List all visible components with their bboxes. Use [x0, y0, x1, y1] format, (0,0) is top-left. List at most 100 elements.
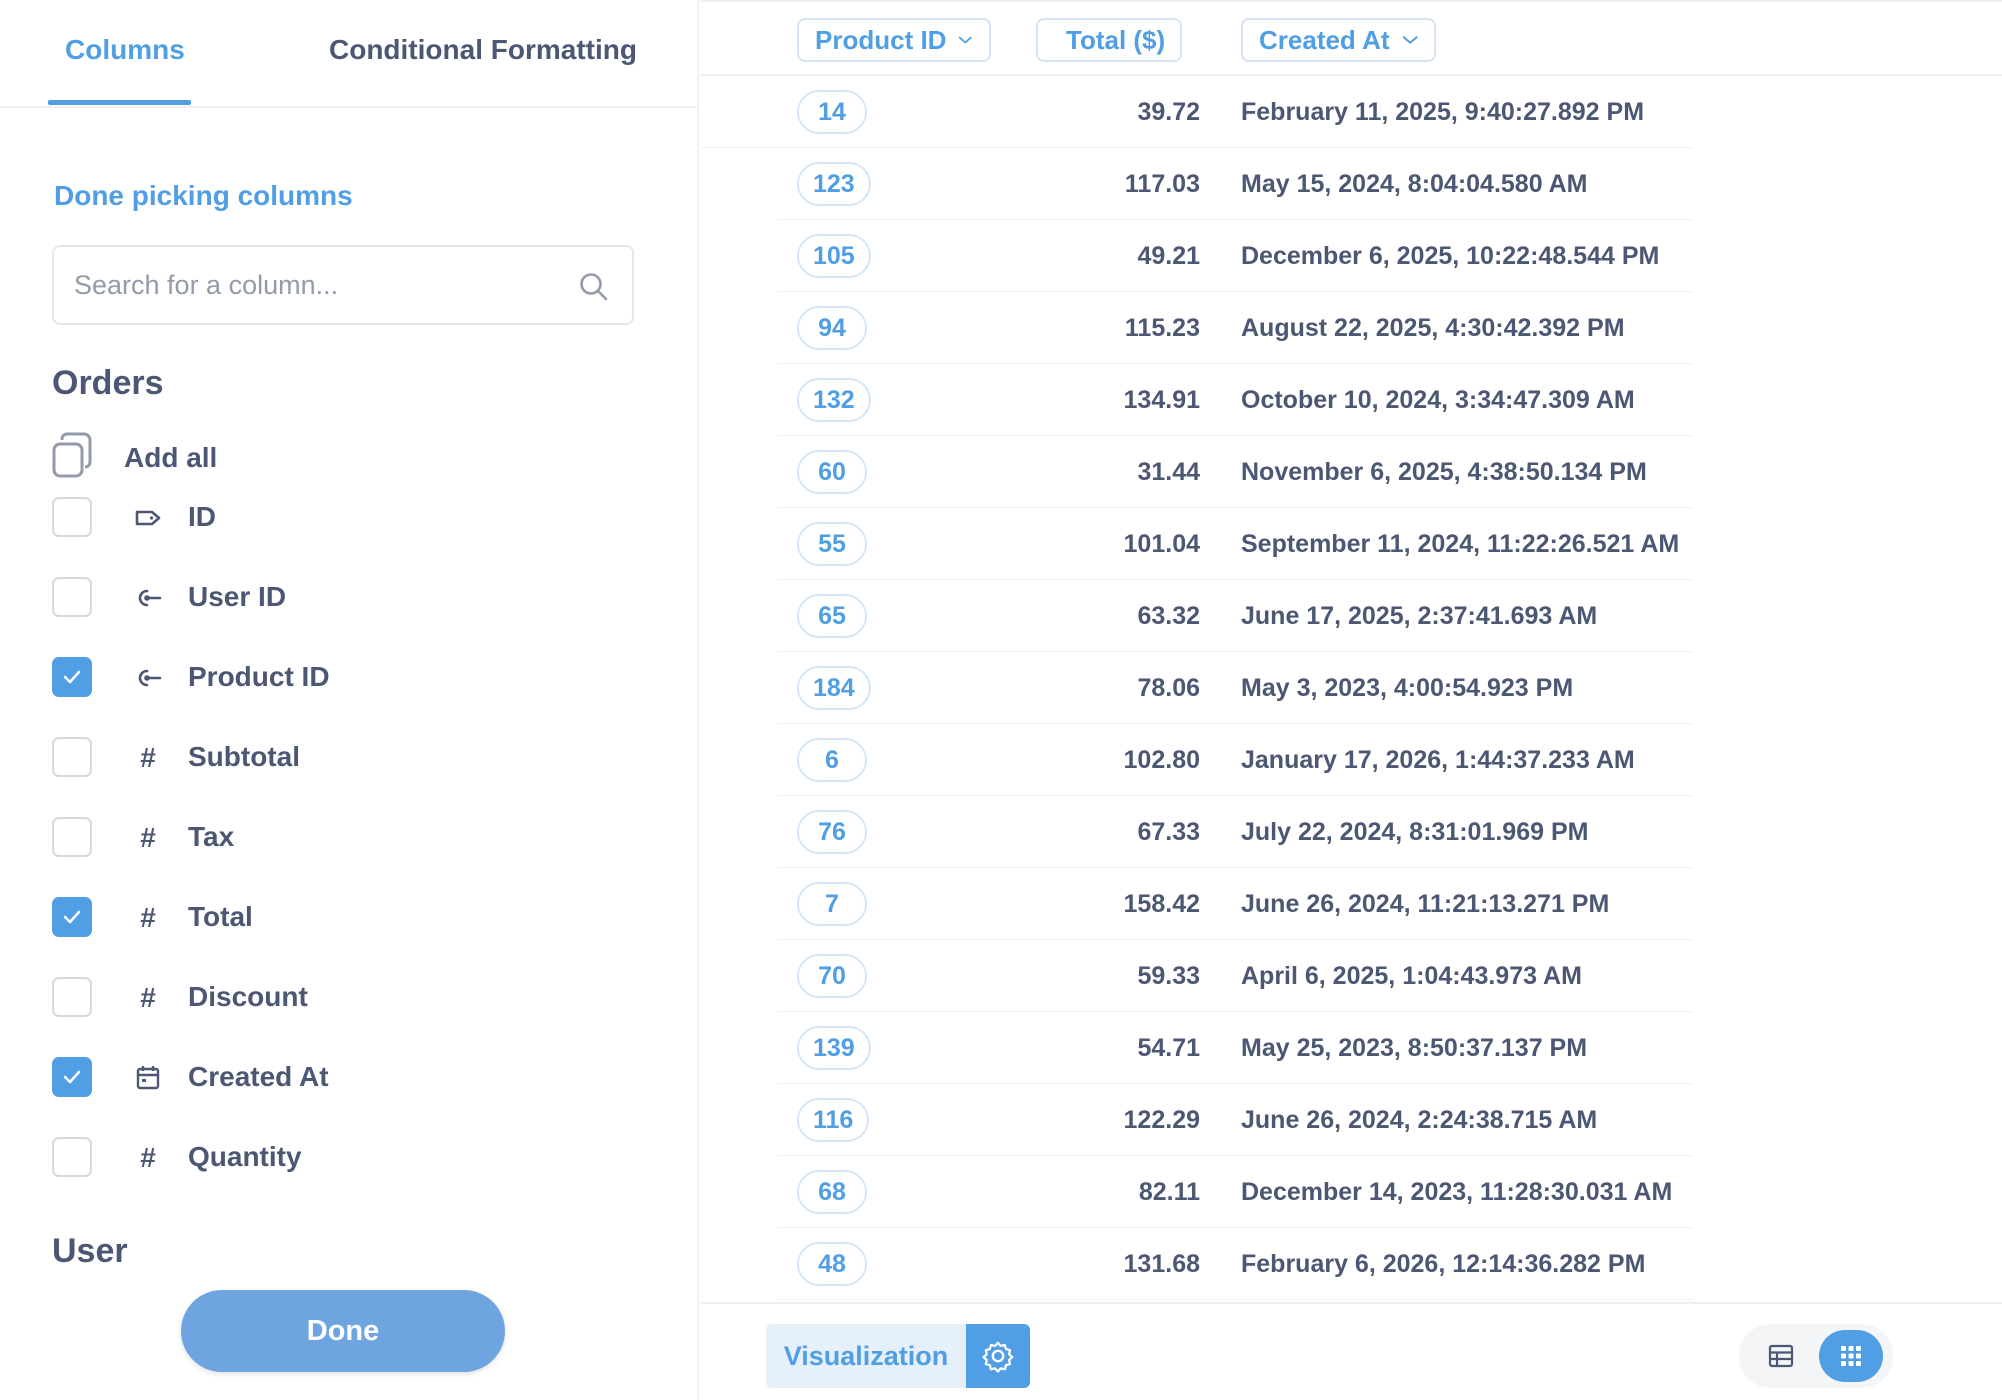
calendar-icon	[132, 1063, 164, 1093]
column-header-label: Created At	[1259, 24, 1390, 55]
product-id-cell[interactable]: 105	[797, 234, 871, 278]
number-icon: #	[140, 742, 156, 773]
column-option-discount[interactable]: # Discount	[52, 975, 612, 1019]
created-at-cell: June 26, 2024, 11:21:13.271 PM	[1241, 890, 1610, 918]
product-id-cell[interactable]: 68	[797, 1170, 867, 1214]
column-option-label: ID	[188, 501, 216, 532]
checkbox[interactable]	[52, 817, 92, 857]
table-row: 139 54.71 May 25, 2023, 8:50:37.137 PM	[777, 1012, 1693, 1084]
column-search-box[interactable]	[52, 245, 634, 325]
checkmark-icon	[63, 1070, 81, 1084]
visualization-settings-button[interactable]	[966, 1324, 1030, 1388]
grid-icon	[1841, 1346, 1861, 1366]
total-cell: 82.11	[1138, 1178, 1200, 1206]
created-at-cell: July 22, 2024, 8:31:01.969 PM	[1241, 818, 1589, 846]
product-id-cell[interactable]: 123	[797, 162, 871, 206]
created-at-cell: January 17, 2026, 1:44:37.233 AM	[1241, 746, 1635, 774]
product-id-cell[interactable]: 132	[797, 378, 871, 422]
total-cell: 63.32	[1137, 602, 1200, 630]
product-id-cell[interactable]: 7	[797, 882, 867, 926]
product-id-cell[interactable]: 48	[797, 1242, 867, 1286]
column-option-subtotal[interactable]: # Subtotal	[52, 735, 612, 779]
visualization-button[interactable]: Visualization	[766, 1324, 966, 1388]
tab-columns[interactable]: Columns	[65, 34, 185, 66]
tag-icon	[132, 503, 164, 533]
product-id-cell[interactable]: 76	[797, 810, 867, 854]
table-row: 94 115.23 August 22, 2025, 4:30:42.392 PM	[777, 292, 1693, 364]
created-at-cell: December 6, 2025, 10:22:48.544 PM	[1241, 242, 1660, 270]
product-id-cell[interactable]: 65	[797, 594, 867, 638]
total-cell: 59.33	[1137, 962, 1200, 990]
gear-icon	[982, 1341, 1014, 1373]
done-button[interactable]: Done	[181, 1290, 505, 1372]
checkbox[interactable]	[52, 497, 92, 537]
add-all-label: Add all	[124, 442, 218, 473]
checkbox-checked[interactable]	[52, 897, 92, 937]
column-option-label: Product ID	[188, 661, 330, 692]
table-row: 105 49.21 December 6, 2025, 10:22:48.544 P…	[777, 220, 1693, 292]
total-cell: 134.91	[1123, 386, 1200, 414]
column-search-input[interactable]	[74, 265, 554, 305]
checkbox[interactable]	[52, 577, 92, 617]
product-id-cell[interactable]: 60	[797, 450, 867, 494]
grid-view-button[interactable]	[1819, 1330, 1883, 1382]
number-icon: #	[140, 1142, 156, 1173]
column-header-created-at[interactable]: Created At	[1241, 18, 1436, 62]
done-picking-columns-link[interactable]: Done picking columns	[54, 180, 353, 212]
total-cell: 101.04	[1123, 530, 1200, 558]
table-row: 60 31.44 November 6, 2025, 4:38:50.134 PM	[777, 436, 1693, 508]
created-at-cell: September 11, 2024, 11:22:26.521 AM	[1241, 530, 1680, 558]
created-at-cell: February 6, 2026, 12:14:36.282 PM	[1241, 1250, 1646, 1278]
table-row: 123 117.03 May 15, 2024, 8:04:04.580 AM	[777, 148, 1693, 220]
results-table-panel: Product ID Total ($) Created At 14 39.72 F…	[701, 0, 2002, 1400]
column-option-total[interactable]: # Total	[52, 895, 612, 939]
created-at-cell: October 10, 2024, 3:34:47.309 AM	[1241, 386, 1635, 414]
column-option-tax[interactable]: # Tax	[52, 815, 612, 859]
table-row: 55 101.04 September 11, 2024, 11:22:26.521…	[777, 508, 1693, 580]
product-id-cell[interactable]: 116	[797, 1098, 870, 1142]
tab-conditional-formatting[interactable]: Conditional Formatting	[329, 34, 637, 66]
total-cell: 54.71	[1137, 1034, 1200, 1062]
product-id-cell[interactable]: 14	[797, 90, 867, 134]
checkmark-icon	[63, 670, 81, 684]
created-at-cell: June 26, 2024, 2:24:38.715 AM	[1241, 1106, 1598, 1134]
total-cell: 39.72	[1137, 98, 1200, 126]
checkbox[interactable]	[52, 977, 92, 1017]
number-icon: #	[140, 902, 156, 933]
column-header-product-id[interactable]: Product ID	[797, 18, 991, 62]
total-cell: 49.21	[1137, 242, 1200, 270]
product-id-cell[interactable]: 184	[797, 666, 871, 710]
total-cell: 131.68	[1123, 1250, 1200, 1278]
column-header-label: Total ($)	[1066, 24, 1166, 55]
table-row: 184 78.06 May 3, 2023, 4:00:54.923 PM	[777, 652, 1693, 724]
column-option-label: User ID	[188, 581, 287, 612]
total-cell: 102.80	[1123, 746, 1200, 774]
checkbox[interactable]	[52, 737, 92, 777]
product-id-cell[interactable]: 70	[797, 954, 867, 998]
chevron-down-icon	[1402, 36, 1418, 44]
created-at-cell: November 6, 2025, 4:38:50.134 PM	[1241, 458, 1647, 486]
number-icon: #	[140, 822, 156, 853]
product-id-cell[interactable]: 139	[797, 1026, 871, 1070]
column-option-user-id[interactable]: User ID	[52, 575, 612, 619]
checkbox-checked[interactable]	[52, 1057, 92, 1097]
product-id-cell[interactable]: 55	[797, 522, 867, 566]
add-all-columns[interactable]: Add all	[52, 432, 452, 482]
total-cell: 158.42	[1123, 890, 1200, 918]
table-row: 132 134.91 October 10, 2024, 3:34:47.309 A…	[777, 364, 1693, 436]
column-option-label: Created At	[188, 1061, 329, 1092]
table-view-button[interactable]	[1751, 1330, 1811, 1382]
checkbox[interactable]	[52, 1137, 92, 1177]
column-option-quantity[interactable]: # Quantity	[52, 1135, 612, 1179]
product-id-cell[interactable]: 6	[797, 738, 867, 782]
column-header-label: Product ID	[815, 24, 947, 55]
product-id-cell[interactable]: 94	[797, 306, 867, 350]
column-header-total[interactable]: Total ($)	[1036, 18, 1182, 62]
column-option-id[interactable]: ID	[52, 495, 612, 539]
column-option-label: Subtotal	[188, 741, 300, 772]
column-option-product-id[interactable]: Product ID	[52, 655, 612, 699]
foreign-key-icon	[132, 663, 164, 693]
column-option-created-at[interactable]: Created At	[52, 1055, 612, 1099]
checkbox-checked[interactable]	[52, 657, 92, 697]
view-toggle	[1739, 1324, 1893, 1388]
